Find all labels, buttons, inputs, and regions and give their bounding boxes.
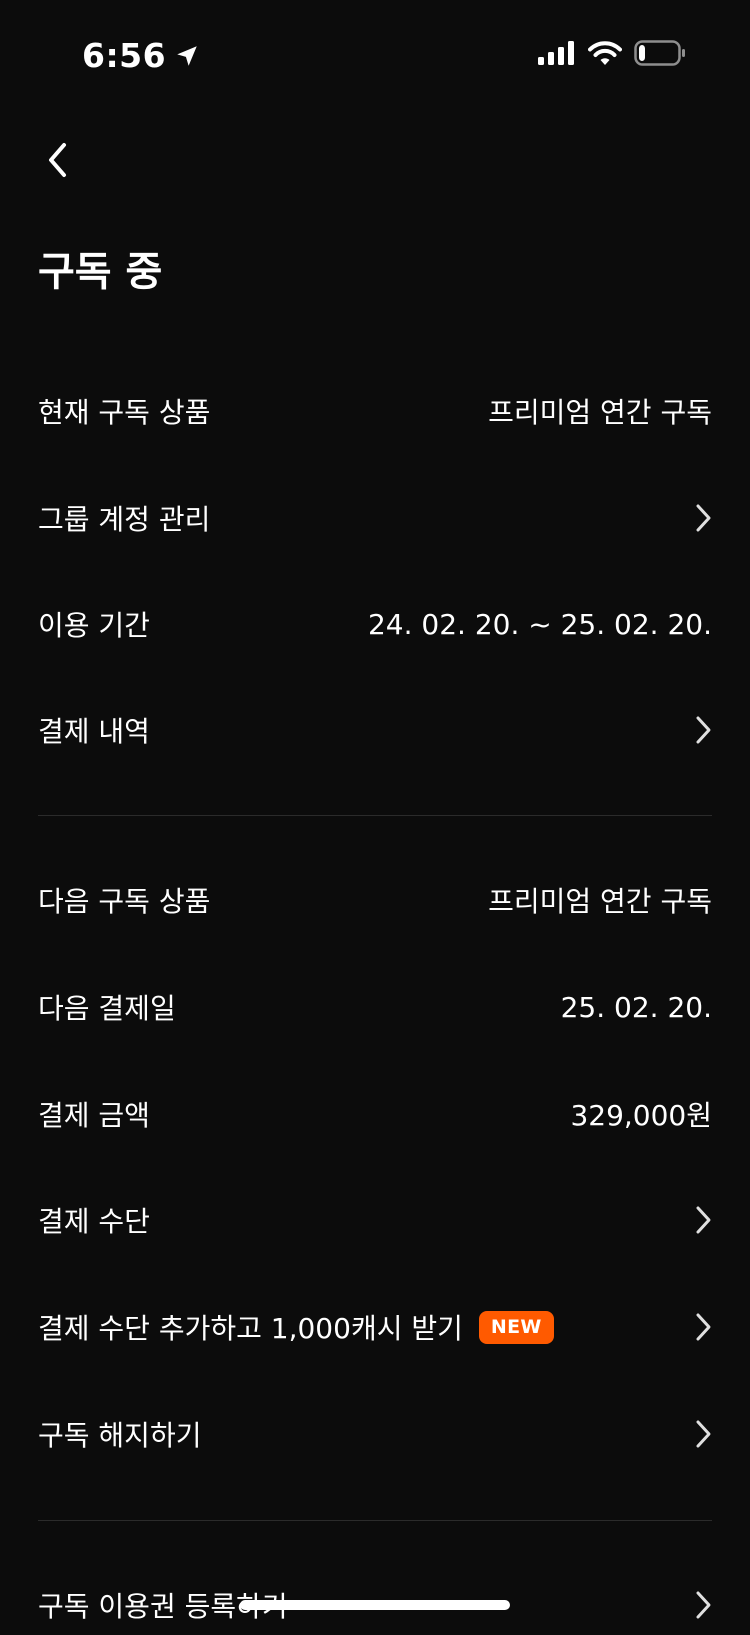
back-button[interactable] <box>36 138 80 182</box>
section-divider <box>38 815 712 816</box>
chevron-right-icon <box>688 714 712 746</box>
usage-period-row: 이용 기간 24. 02. 20. ~ 25. 02. 20. <box>38 594 712 654</box>
cancel-subscription-label: 구독 해지하기 <box>38 1419 202 1452</box>
new-badge: NEW <box>478 1310 554 1344</box>
page-title: 구독 중 <box>38 249 163 295</box>
chevron-right-icon <box>688 1589 712 1621</box>
cancel-subscription-row[interactable]: 구독 해지하기 <box>38 1404 712 1464</box>
wifi-icon <box>588 40 622 65</box>
next-product-row: 다음 구독 상품 프리미엄 연간 구독 <box>38 870 712 930</box>
add-payment-method-label: 결제 수단 추가하고 1,000캐시 받기 <box>38 1312 463 1345</box>
payment-method-row[interactable]: 결제 수단 <box>38 1190 712 1250</box>
chevron-right-icon <box>688 1311 712 1343</box>
location-arrow-icon <box>177 45 197 66</box>
status-time-group: 6:56 <box>82 36 200 75</box>
group-account-row[interactable]: 그룹 계정 관리 <box>38 488 712 548</box>
payment-method-label: 결제 수단 <box>38 1205 150 1238</box>
chevron-right-icon <box>688 502 712 534</box>
status-time: 6:56 <box>82 36 167 75</box>
battery-icon <box>634 40 685 66</box>
payment-amount-row: 결제 금액 329,000원 <box>38 1084 712 1144</box>
add-payment-method-row[interactable]: 결제 수단 추가하고 1,000캐시 받기 NEW <box>38 1297 712 1357</box>
current-product-label: 현재 구독 상품 <box>38 396 211 429</box>
payment-amount-value: 329,000원 <box>570 1099 712 1132</box>
usage-period-label: 이용 기간 <box>38 609 150 642</box>
next-product-label: 다음 구독 상품 <box>38 885 211 918</box>
usage-period-value: 24. 02. 20. ~ 25. 02. 20. <box>367 607 712 641</box>
group-account-label: 그룹 계정 관리 <box>38 503 211 536</box>
chevron-right-icon <box>688 1418 712 1450</box>
chevron-left-icon <box>49 143 66 177</box>
current-product-value: 프리미엄 연간 구독 <box>488 396 712 429</box>
next-payment-date-row: 다음 결제일 25. 02. 20. <box>38 977 712 1037</box>
chevron-right-icon <box>688 1204 712 1236</box>
status-bar: 6:56 <box>0 0 750 110</box>
section-divider <box>38 1520 712 1521</box>
status-indicators <box>538 40 686 66</box>
current-product-row: 현재 구독 상품 프리미엄 연간 구독 <box>38 381 712 441</box>
next-product-value: 프리미엄 연간 구독 <box>488 885 712 918</box>
payment-amount-label: 결제 금액 <box>38 1099 150 1132</box>
cellular-signal-icon <box>538 41 574 65</box>
next-payment-date-label: 다음 결제일 <box>38 992 176 1025</box>
add-payment-method-label-group: 결제 수단 추가하고 1,000캐시 받기 NEW <box>38 1307 554 1347</box>
payment-history-row[interactable]: 결제 내역 <box>38 700 712 760</box>
next-payment-date-value: 25. 02. 20. <box>560 990 712 1024</box>
home-indicator[interactable] <box>240 1600 510 1610</box>
payment-history-label: 결제 내역 <box>38 715 150 748</box>
